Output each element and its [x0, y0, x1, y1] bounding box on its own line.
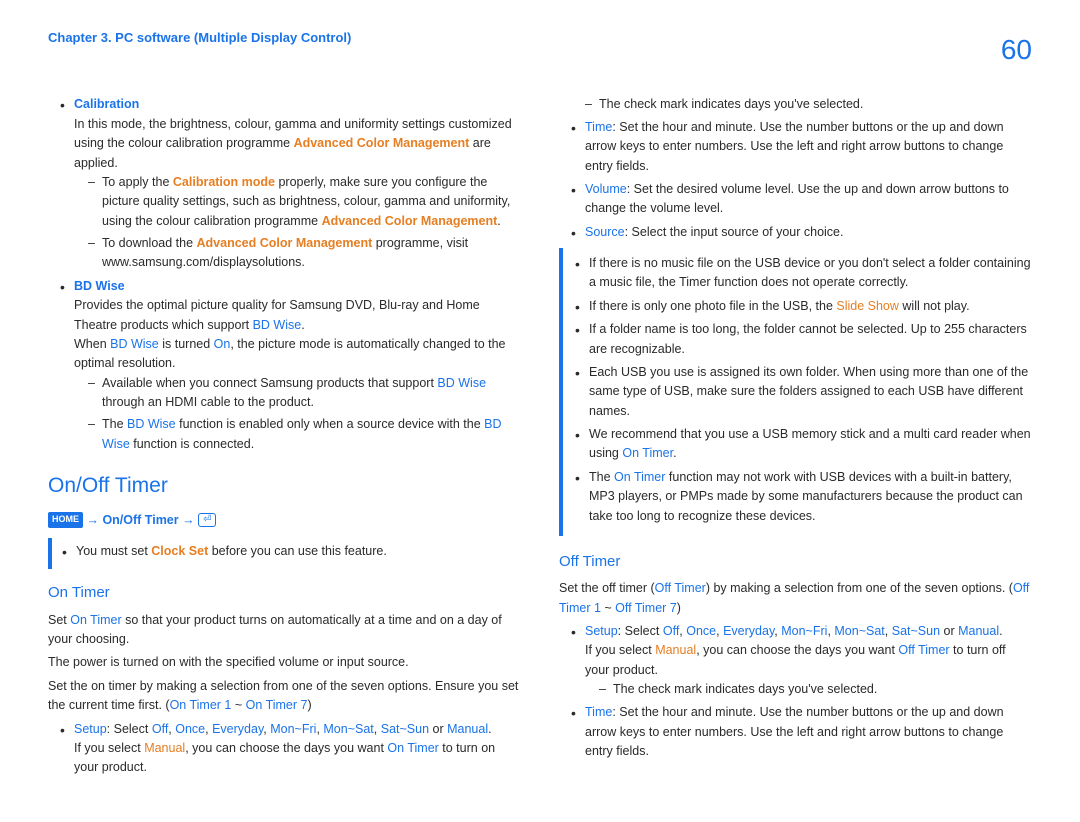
- usb-info-box: If there is no music file on the USB dev…: [559, 248, 1032, 536]
- on-timer-heading: On Timer: [48, 581, 521, 604]
- on-timer-options-2: Time: Set the hour and minute. Use the n…: [571, 118, 1032, 242]
- left-column: Calibration In this mode, the brightness…: [48, 95, 521, 781]
- volume-option: Volume: Set the desired volume level. Us…: [571, 180, 1032, 219]
- on-timer-p2: The power is turned on with the specifie…: [48, 653, 521, 672]
- onoff-timer-heading: On/Off Timer: [48, 470, 521, 503]
- time-option: Time: Set the hour and minute. Use the n…: [571, 118, 1032, 176]
- calibration-intro: In this mode, the brightness, colour, ga…: [74, 117, 512, 170]
- bdwise-note-1: Available when you connect Samsung produ…: [88, 374, 521, 413]
- info-3: If a folder name is too long, the folder…: [575, 320, 1032, 359]
- content-columns: Calibration In this mode, the brightness…: [48, 95, 1032, 781]
- clock-set-note: You must set Clock Set before you can us…: [48, 538, 521, 569]
- page-header: Chapter 3. PC software (Multiple Display…: [48, 28, 1032, 71]
- setup-option: Setup: Select Off, Once, Everyday, Mon~F…: [60, 720, 521, 778]
- bdwise-item: BD Wise Provides the optimal picture qua…: [60, 277, 521, 454]
- calibration-sublist: To apply the Calibration mode properly, …: [88, 173, 521, 273]
- off-timer-options: Setup: Select Off, Once, Everyday, Mon~F…: [571, 622, 1032, 762]
- info-2: If there is only one photo file in the U…: [575, 297, 1032, 316]
- info-6: The On Timer function may not work with …: [575, 468, 1032, 526]
- bdwise-sublist: Available when you connect Samsung produ…: [88, 374, 521, 455]
- home-icon: HOME: [48, 512, 83, 528]
- off-timer-heading: Off Timer: [559, 550, 1032, 573]
- off-time-option: Time: Set the hour and minute. Use the n…: [571, 703, 1032, 761]
- on-timer-p1: Set On Timer so that your product turns …: [48, 611, 521, 650]
- bdwise-note-2: The BD Wise function is enabled only whe…: [88, 415, 521, 454]
- off-timer-p1: Set the off timer (Off Timer) by making …: [559, 579, 1032, 618]
- on-timer-options: Setup: Select Off, Once, Everyday, Mon~F…: [60, 720, 521, 778]
- enter-icon: ⏎: [198, 513, 216, 527]
- calibration-list: Calibration In this mode, the brightness…: [60, 95, 521, 454]
- nav-path: HOME → On/Off Timer → ⏎: [48, 511, 521, 530]
- bdwise-p2: When BD Wise is turned On, the picture m…: [74, 337, 506, 370]
- calibration-label: Calibration: [74, 97, 139, 111]
- bdwise-label: BD Wise: [74, 279, 125, 293]
- bdwise-p1: Provides the optimal picture quality for…: [74, 298, 480, 331]
- page-number: 60: [1001, 28, 1032, 71]
- check-note: The check mark indicates days you've sel…: [585, 95, 1032, 114]
- calibration-item: Calibration In this mode, the brightness…: [60, 95, 521, 272]
- off-check-note: The check mark indicates days you've sel…: [599, 680, 1032, 699]
- right-column: The check mark indicates days you've sel…: [559, 95, 1032, 781]
- info-1: If there is no music file on the USB dev…: [575, 254, 1032, 293]
- off-setup-option: Setup: Select Off, Once, Everyday, Mon~F…: [571, 622, 1032, 700]
- source-option: Source: Select the input source of your …: [571, 223, 1032, 242]
- on-timer-p3: Set the on timer by making a selection f…: [48, 677, 521, 716]
- check-list: The check mark indicates days you've sel…: [585, 95, 1032, 114]
- calibration-note-2: To download the Advanced Color Managemen…: [88, 234, 521, 273]
- info-5: We recommend that you use a USB memory s…: [575, 425, 1032, 464]
- chapter-title: Chapter 3. PC software (Multiple Display…: [48, 28, 351, 48]
- info-4: Each USB you use is assigned its own fol…: [575, 363, 1032, 421]
- calibration-note-1: To apply the Calibration mode properly, …: [88, 173, 521, 231]
